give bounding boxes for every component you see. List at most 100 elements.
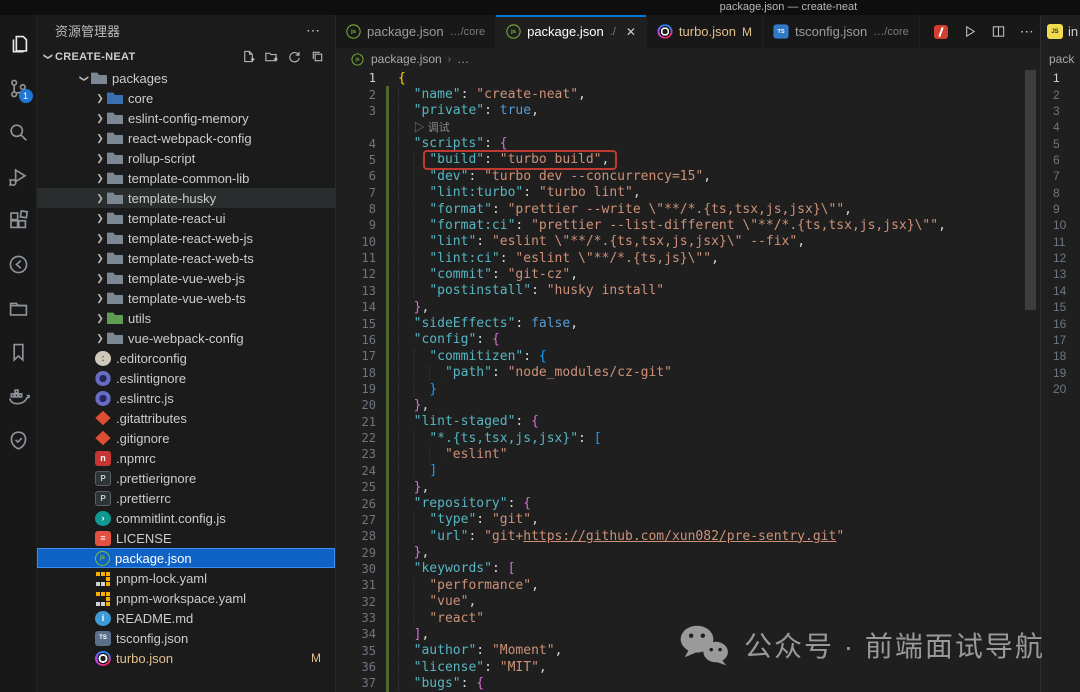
tree-item-vue-webpack-config[interactable]: ❯vue-webpack-config — [37, 328, 335, 348]
code-line[interactable]: 4 — [1041, 119, 1080, 135]
code-line[interactable]: 20 — [1041, 381, 1080, 397]
code-line[interactable]: 19 — [1041, 364, 1080, 380]
code-line[interactable]: 5 "build": "turbo build", — [336, 152, 1040, 168]
tree-item-turbo.json[interactable]: turbo.jsonM — [37, 648, 335, 668]
tree-item-template-vue-web-ts[interactable]: ❯template-vue-web-ts — [37, 288, 335, 308]
code-line[interactable]: 11 — [1041, 234, 1080, 250]
code-line[interactable]: 13 — [1041, 266, 1080, 282]
code-line[interactable]: 8 "format": "prettier --write \"**/*.{ts… — [336, 201, 1040, 217]
tree-item-.eslintrc.js[interactable]: .eslintrc.js — [37, 388, 335, 408]
codelens-row[interactable]: ▷ 调试 — [336, 119, 1040, 135]
run-icon[interactable] — [962, 24, 977, 39]
tree-item-commitlint.config.js[interactable]: commitlint.config.js — [37, 508, 335, 528]
tab-package.json[interactable]: package.json./✕ — [496, 15, 647, 48]
tab-tsconfig.json[interactable]: tsconfig.json…/core — [763, 15, 920, 48]
project-folder-icon[interactable] — [0, 286, 37, 330]
code-line[interactable]: 29 }, — [336, 544, 1040, 560]
code-line[interactable]: 16 "config": { — [336, 332, 1040, 348]
code-line[interactable]: 18 — [1041, 348, 1080, 364]
tab-index-js[interactable]: in — [1041, 15, 1080, 48]
code-line[interactable]: 21 "lint-staged": { — [336, 414, 1040, 430]
editor-scrollbar[interactable] — [1025, 70, 1036, 310]
code-line[interactable]: 10 — [1041, 217, 1080, 233]
code-line[interactable]: 28 "url": "git+https://github.com/xun082… — [336, 528, 1040, 544]
breadcrumb[interactable]: package.json › … — [336, 48, 1040, 70]
breadcrumb-2[interactable]: pack — [1041, 48, 1080, 70]
codelens-debug[interactable]: ▷ 调试 — [414, 122, 450, 134]
explorer-icon[interactable] — [0, 22, 37, 66]
code-line[interactable]: 22 "*.{ts,tsx,js,jsx}": [ — [336, 430, 1040, 446]
code-line[interactable]: 37 "bugs": { — [336, 675, 1040, 691]
code-line[interactable]: 1{ — [336, 70, 1040, 86]
tab-package.json[interactable]: package.json…/core — [336, 15, 496, 48]
project-section-header[interactable]: ❯ CREATE-NEAT — [37, 45, 335, 68]
tree-item-template-vue-web-js[interactable]: ❯template-vue-web-js — [37, 268, 335, 288]
code-line[interactable]: 8 — [1041, 185, 1080, 201]
code-line[interactable]: 4 "scripts": { — [336, 135, 1040, 151]
run-debug-icon[interactable] — [0, 154, 37, 198]
gitlens-icon[interactable] — [0, 242, 37, 286]
tree-item-tsconfig.json[interactable]: tsconfig.json — [37, 628, 335, 648]
tree-item-.eslintignore[interactable]: .eslintignore — [37, 368, 335, 388]
new-file-icon[interactable] — [241, 49, 256, 64]
code-line[interactable]: 15 — [1041, 299, 1080, 315]
tree-item-LICENSE[interactable]: LICENSE — [37, 528, 335, 548]
tree-item-.gitattributes[interactable]: .gitattributes — [37, 408, 335, 428]
sidebar-more-icon[interactable]: ⋯ — [306, 22, 321, 39]
tab-turbo.json[interactable]: turbo.jsonM — [647, 15, 763, 48]
code-line[interactable]: 7 "lint:turbo": "turbo lint", — [336, 185, 1040, 201]
code-line[interactable]: 3 "private": true, — [336, 103, 1040, 119]
tree-item-.npmrc[interactable]: .npmrc — [37, 448, 335, 468]
code-line[interactable]: 17 "commitizen": { — [336, 348, 1040, 364]
code-line[interactable]: 9 "format:ci": "prettier --list-differen… — [336, 217, 1040, 233]
bookmarks-icon[interactable] — [0, 330, 37, 374]
code-line[interactable]: 6 "dev": "turbo dev --concurrency=15", — [336, 168, 1040, 184]
code-line[interactable]: 16 — [1041, 315, 1080, 331]
code-line[interactable]: 27 "type": "git", — [336, 512, 1040, 528]
tree-item-.gitignore[interactable]: .gitignore — [37, 428, 335, 448]
code-line[interactable]: 14 — [1041, 283, 1080, 299]
tree-item-template-react-web-js[interactable]: ❯template-react-web-js — [37, 228, 335, 248]
tree-item-package.json[interactable]: package.json — [37, 548, 335, 568]
code-line[interactable]: 6 — [1041, 152, 1080, 168]
code-line[interactable]: 23 "eslint" — [336, 446, 1040, 462]
tree-item-utils[interactable]: ❯utils — [37, 308, 335, 328]
breadcrumb-more[interactable]: … — [457, 52, 469, 66]
code-line[interactable]: 31 "performance", — [336, 577, 1040, 593]
code-line[interactable]: 30 "keywords": [ — [336, 561, 1040, 577]
code-line[interactable]: 26 "repository": { — [336, 495, 1040, 511]
code-line[interactable]: 17 — [1041, 332, 1080, 348]
tree-item-rollup-script[interactable]: ❯rollup-script — [37, 148, 335, 168]
tree-item-eslint-config-memory[interactable]: ❯eslint-config-memory — [37, 108, 335, 128]
breadcrumb-file[interactable]: package.json — [371, 52, 442, 66]
code-line[interactable]: 2 — [1041, 86, 1080, 102]
code-line[interactable]: 15 "sideEffects": false, — [336, 315, 1040, 331]
tree-item-core[interactable]: ❯core — [37, 88, 335, 108]
refresh-icon[interactable] — [287, 49, 302, 64]
code-line[interactable]: 12 "commit": "git-cz", — [336, 266, 1040, 282]
code-line[interactable]: 1 — [1041, 70, 1080, 86]
docker-icon[interactable] — [0, 374, 37, 418]
code-line[interactable]: 14 }, — [336, 299, 1040, 315]
tree-item-react-webpack-config[interactable]: ❯react-webpack-config — [37, 128, 335, 148]
extensions-icon[interactable] — [0, 198, 37, 242]
code-line[interactable]: 9 — [1041, 201, 1080, 217]
tree-item-.prettierignore[interactable]: .prettierignore — [37, 468, 335, 488]
code-line[interactable]: 18 "path": "node_modules/cz-git" — [336, 364, 1040, 380]
code-line[interactable]: 5 — [1041, 135, 1080, 151]
new-folder-icon[interactable] — [264, 49, 279, 64]
close-icon[interactable]: ✕ — [626, 25, 636, 39]
source-control-icon[interactable]: 1 — [0, 66, 37, 110]
code-line[interactable]: 32 "vue", — [336, 594, 1040, 610]
tree-item-pnpm-lock.yaml[interactable]: pnpm-lock.yaml — [37, 568, 335, 588]
tree-item-template-react-web-ts[interactable]: ❯template-react-web-ts — [37, 248, 335, 268]
code-line[interactable]: 11 "lint:ci": "eslint \"**/*.{ts,js}\"", — [336, 250, 1040, 266]
code-line[interactable]: 24 ] — [336, 463, 1040, 479]
testing-icon[interactable] — [0, 418, 37, 462]
tree-item-.prettierrc[interactable]: .prettierrc — [37, 488, 335, 508]
search-icon[interactable] — [0, 110, 37, 154]
more-actions-icon[interactable]: ⋯ — [1020, 23, 1035, 40]
code-line[interactable]: 20 }, — [336, 397, 1040, 413]
tree-item-template-husky[interactable]: ❯template-husky — [37, 188, 335, 208]
code-line[interactable]: 10 "lint": "eslint \"**/*.{ts,tsx,js,jsx… — [336, 234, 1040, 250]
